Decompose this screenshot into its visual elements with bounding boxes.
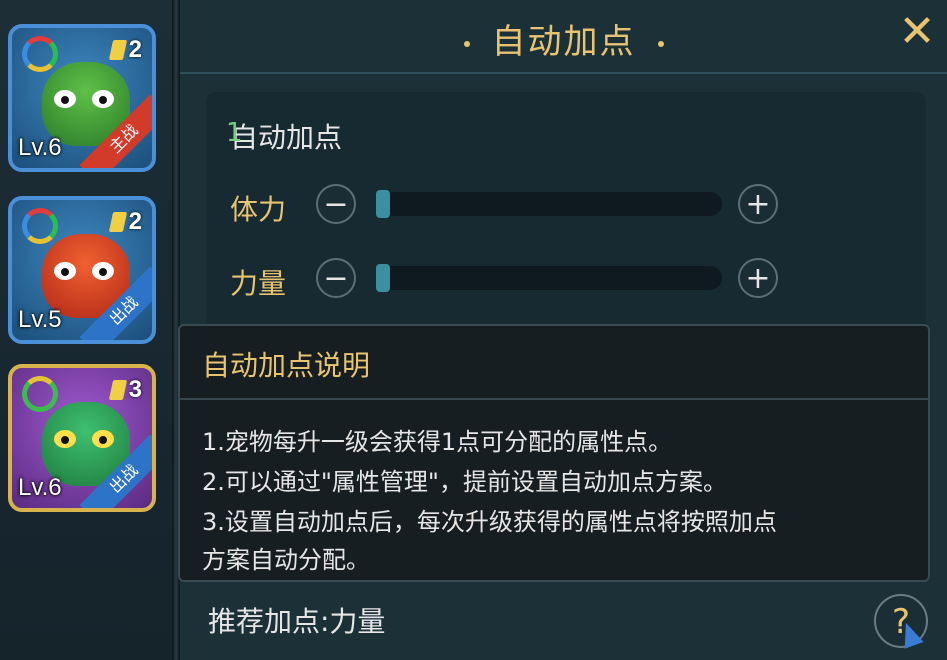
pet-card-1[interactable]: 2 Lv.6 主战 [8, 24, 156, 172]
panel-title: 自动加点 [180, 14, 947, 63]
card-count-badge: 2 [108, 208, 142, 236]
tooltip-divider [180, 398, 928, 400]
close-icon[interactable]: ✕ [895, 10, 939, 54]
card-count: 2 [128, 208, 142, 235]
element-ring-icon [22, 36, 58, 72]
pet-list: 2 Lv.6 主战 2 Lv.5 出战 3 Lv.6 出战 [0, 0, 178, 660]
card-icon [108, 380, 127, 400]
panel-title-text: 自动加点 [491, 22, 636, 62]
tooltip-line-3: 3.设置自动加点后，每次升级获得的属性点将按照加点 [202, 508, 777, 536]
pet-level: Lv.5 [18, 306, 62, 333]
pet-level: Lv.6 [18, 474, 62, 501]
tooltip-title: 自动加点说明 [202, 349, 371, 382]
strength-minus-button[interactable]: − [316, 258, 356, 298]
stamina-slider-handle[interactable] [376, 190, 390, 218]
card-count-badge: 2 [108, 36, 142, 64]
auto-points-value: 1 [226, 118, 243, 148]
card-count: 2 [128, 36, 142, 63]
element-ring-icon [22, 376, 58, 412]
tooltip-line-4: 方案自动分配。 [202, 546, 370, 574]
strength-slider[interactable] [376, 264, 722, 292]
card-icon [108, 40, 127, 60]
pet-card-3[interactable]: 3 Lv.6 出战 [8, 364, 156, 512]
pet-level: Lv.6 [18, 134, 62, 161]
tooltip-line-1: 1.宠物每升一级会获得1点可分配的属性点。 [202, 428, 673, 456]
strength-label: 力量 [230, 267, 287, 300]
card-count: 3 [128, 376, 142, 403]
explanation-tooltip: 自动加点说明 1.宠物每升一级会获得1点可分配的属性点。 2.可以通过"属性管理… [178, 324, 930, 582]
pet-card-2[interactable]: 2 Lv.5 出战 [8, 196, 156, 344]
panel-header: 自动加点 ✕ [180, 0, 947, 74]
stamina-plus-button[interactable]: + [738, 184, 778, 224]
stamina-minus-button[interactable]: − [316, 184, 356, 224]
auto-points-label: 自动加点 [230, 121, 343, 154]
recommended-points-label: 推荐加点:力量 [208, 605, 386, 638]
strength-plus-button[interactable]: + [738, 258, 778, 298]
card-count-badge: 3 [108, 376, 142, 404]
stamina-label: 体力 [230, 193, 287, 226]
stamina-slider[interactable] [376, 190, 722, 218]
card-icon [108, 212, 127, 232]
strength-slider-handle[interactable] [376, 264, 390, 292]
tooltip-line-2: 2.可以通过"属性管理"，提前设置自动加点方案。 [202, 468, 727, 496]
title-dot-left [463, 40, 470, 47]
title-dot-right [657, 40, 664, 47]
element-ring-icon [22, 208, 58, 244]
